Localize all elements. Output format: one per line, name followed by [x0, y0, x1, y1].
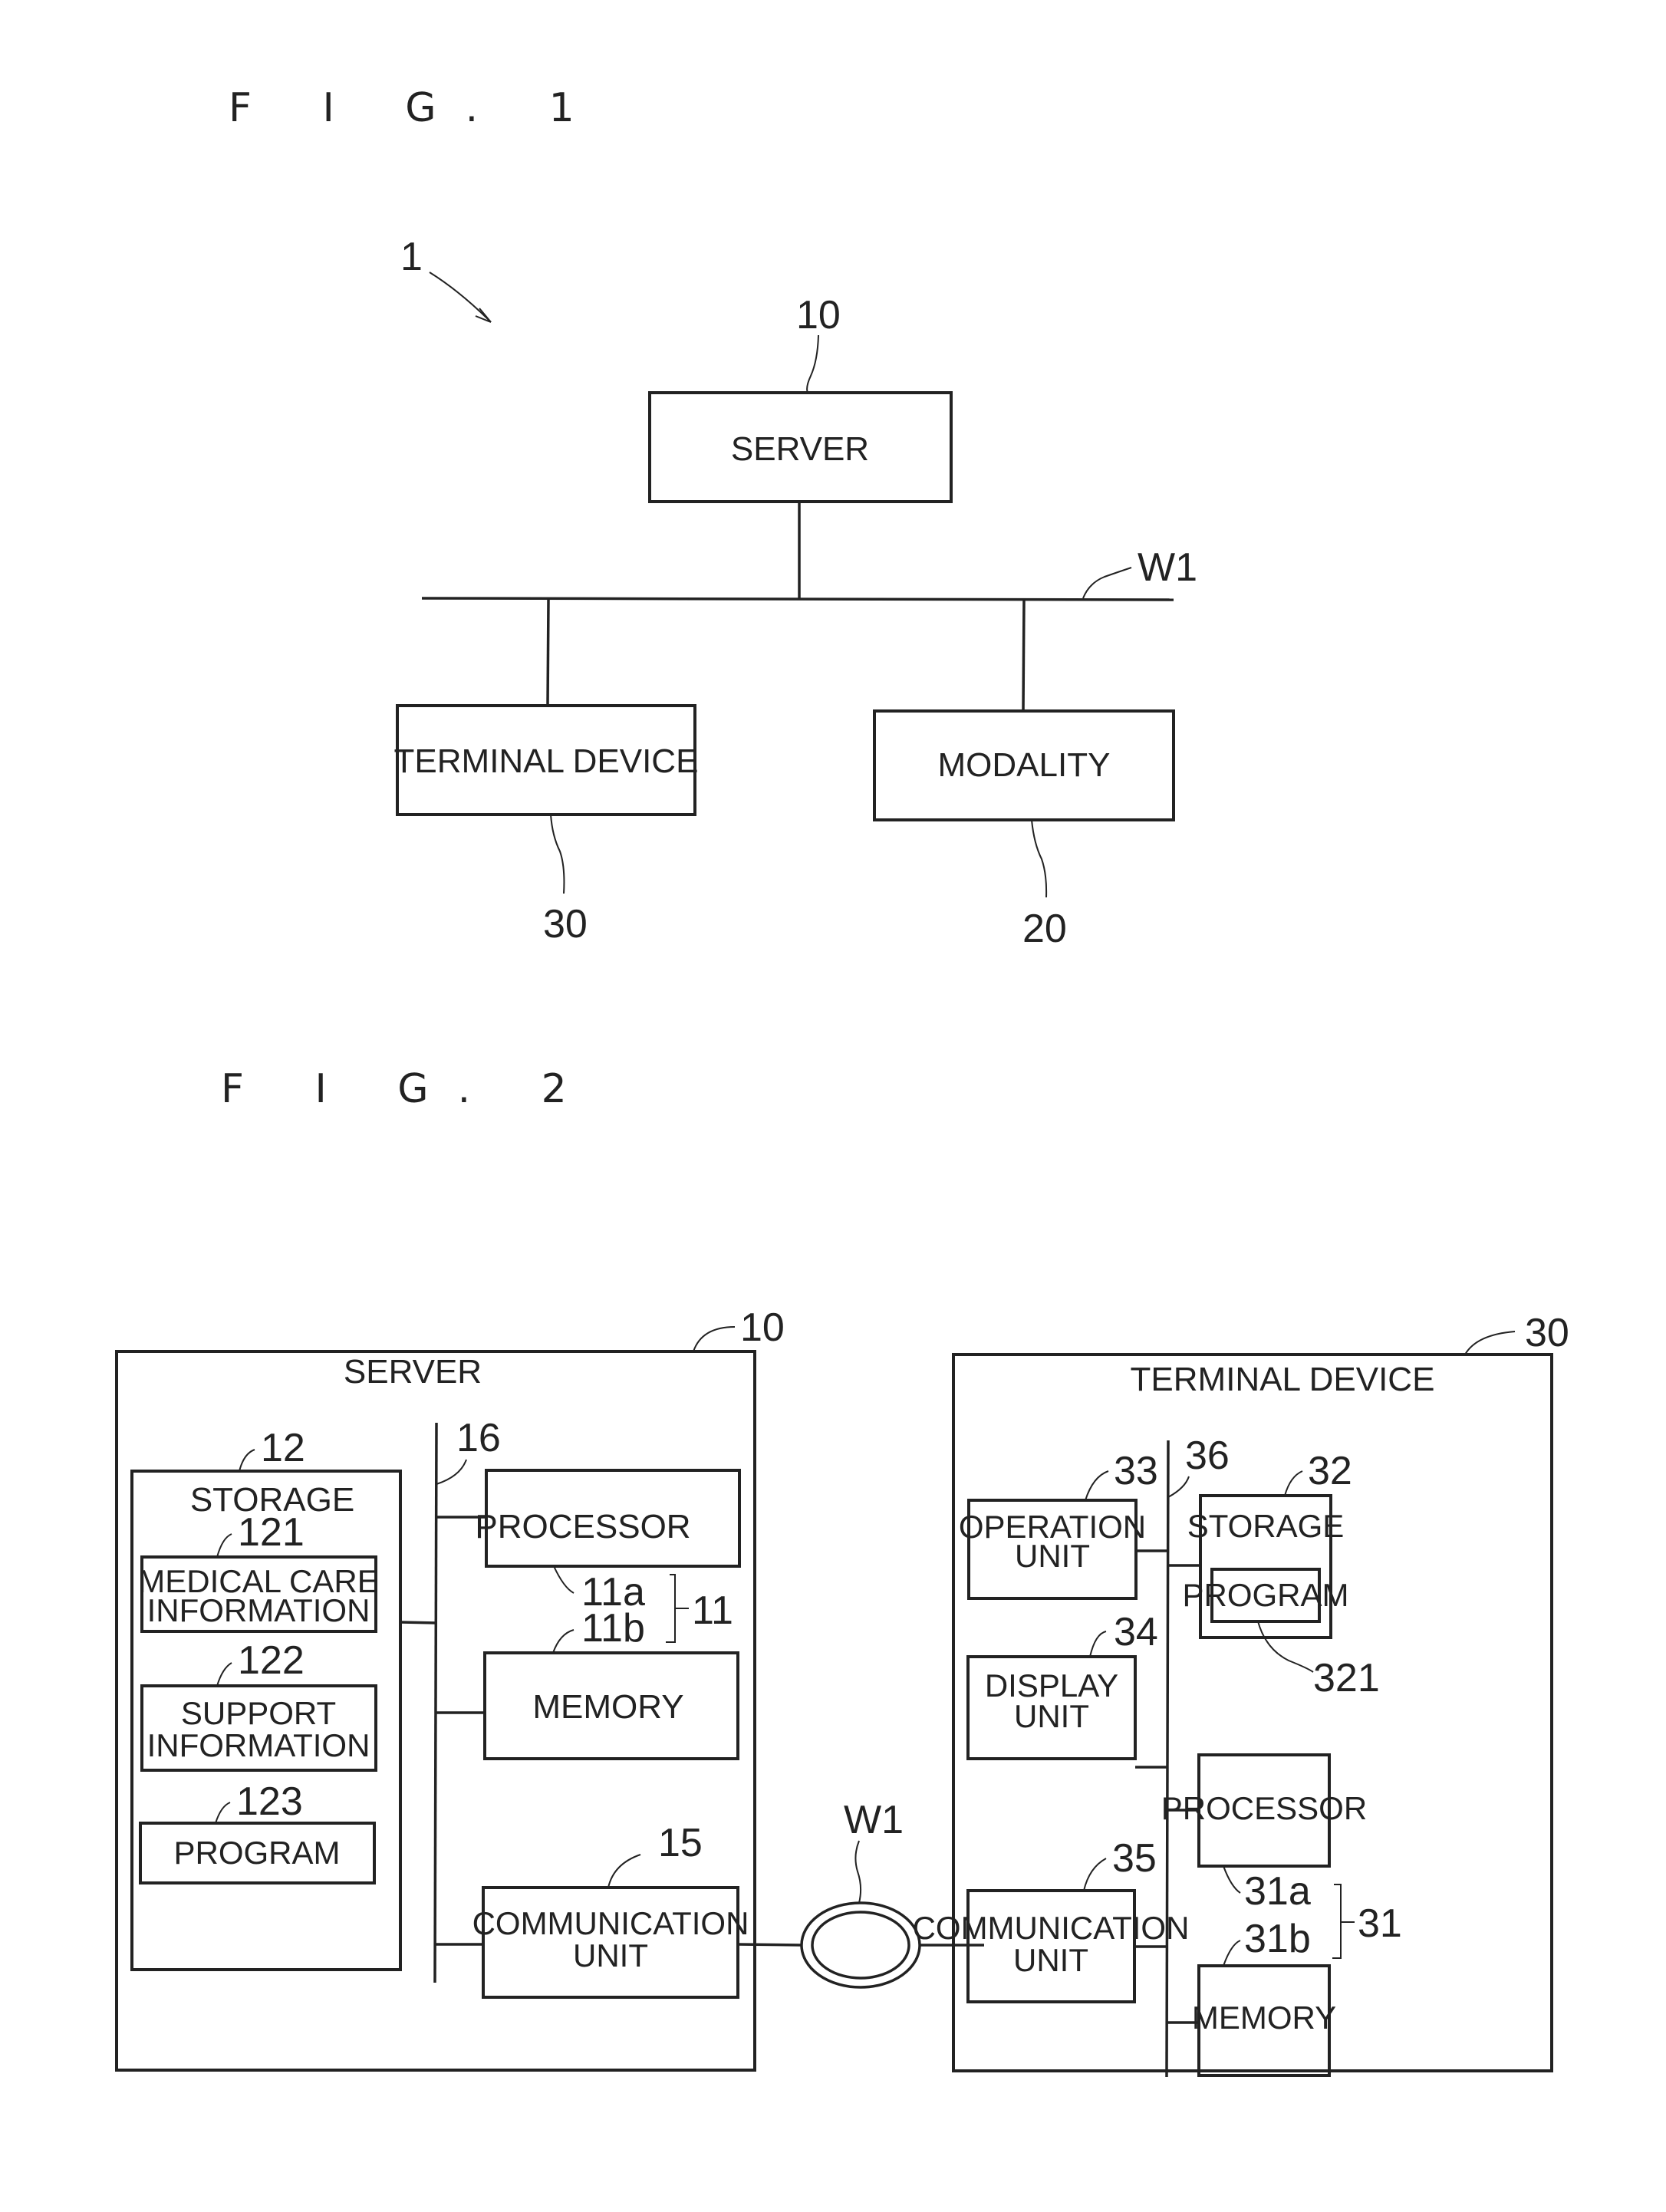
- fig2-terminal-memory-ref: 31b: [1244, 1917, 1311, 1961]
- fig2-terminal-comm-ref: 35: [1112, 1836, 1157, 1881]
- fig2-11-bracket: [666, 1574, 676, 1643]
- fig1-modality-label: MODALITY: [938, 746, 1111, 784]
- fig2-controller-ref: 11: [692, 1588, 733, 1633]
- fig2-server-label: SERVER: [344, 1353, 482, 1391]
- fig2-122-ref: 122: [238, 1638, 305, 1683]
- fig2-15-leader: [607, 1854, 641, 1888]
- fig2-server-bus: [433, 1422, 438, 1983]
- fig2-support-info-line2: INFORMATION: [147, 1727, 370, 1763]
- fig2-terminal-program-label: PROGRAM: [1182, 1577, 1348, 1613]
- fig2-medical-care-info-line2: INFORMATION: [147, 1592, 370, 1628]
- fig1-system-arrow: [429, 272, 492, 323]
- fig2-storage-bus-link: [400, 1621, 437, 1624]
- fig2-11a-leader: [553, 1565, 575, 1594]
- fig2-display-unit-line2: UNIT: [1014, 1698, 1089, 1734]
- fig1-terminal-leader: [550, 814, 565, 894]
- fig2-35-leader: [1083, 1858, 1107, 1891]
- fig2-terminal-ref: 30: [1525, 1311, 1569, 1355]
- fig2-31b-leader: [1223, 1940, 1241, 1967]
- fig2-121-ref: 121: [238, 1510, 305, 1555]
- fig1-network-ref: W1: [1138, 545, 1197, 590]
- fig2-network-inner-ellipse: [811, 1911, 910, 1980]
- fig2-server-processor-label: PROCESSOR: [475, 1508, 690, 1545]
- fig2-121-leader: [216, 1533, 232, 1558]
- fig1-server-leader: [806, 334, 819, 393]
- fig2-support-info-line1: SUPPORT: [181, 1695, 336, 1731]
- fig2-display-unit-ref: 34: [1114, 1610, 1158, 1654]
- fig2-network-leader: [854, 1840, 862, 1904]
- fig2-122-leader: [216, 1662, 232, 1687]
- fig1-title: F I G. 1: [229, 85, 604, 131]
- fig2-server-ref: 10: [740, 1305, 785, 1350]
- fig2-terminal-bus-leader: [1167, 1476, 1190, 1498]
- fig2-storage-leader: [239, 1449, 255, 1472]
- fig2-11b-ref: 11b: [581, 1606, 645, 1651]
- fig2-terminal-bus-ref: 36: [1185, 1434, 1230, 1478]
- fig2-server-bus-leader: [436, 1459, 467, 1485]
- fig2-terminal-leader: [1464, 1331, 1516, 1355]
- fig2-terminal-controller-ref: 31: [1358, 1901, 1402, 1946]
- fig2-operation-unit-line2: UNIT: [1015, 1538, 1090, 1574]
- fig2-terminal-comm-line2: UNIT: [1013, 1942, 1088, 1978]
- fig2-terminal-storage-label: STORAGE: [1187, 1508, 1345, 1544]
- fig2-32-leader: [1284, 1470, 1303, 1496]
- fig2-server-bus-ref: 16: [456, 1416, 501, 1460]
- fig1-network-bus: [421, 597, 1174, 601]
- fig2-network-outer-ellipse: [800, 1901, 921, 1989]
- fig2-terminal-label: TERMINAL DEVICE: [1131, 1361, 1435, 1398]
- fig2-server-program-label: PROGRAM: [173, 1835, 340, 1871]
- fig2-terminal-comm-line1: COMMUNICATION: [913, 1910, 1190, 1946]
- fig1-server-label: SERVER: [731, 430, 869, 468]
- patent-figure-canvas: F I G. 1 1 SERVER 10 W1 TERMINAL DEVICE …: [115, 85, 1569, 2078]
- fig1-modality-ref: 20: [1022, 907, 1067, 951]
- fig2-321-leader: [1257, 1621, 1314, 1673]
- fig2-terminal-processor-label: PROCESSOR: [1161, 1790, 1367, 1826]
- fig2-terminal-processor-ref: 31a: [1244, 1869, 1311, 1914]
- fig2-33-leader: [1085, 1470, 1109, 1501]
- fig2-server-leader: [693, 1326, 736, 1352]
- fig2-server-storage-ref: 12: [261, 1426, 305, 1470]
- fig2-server-comm-ref: 15: [658, 1821, 703, 1865]
- fig2-31a-leader: [1223, 1865, 1241, 1894]
- fig2-123-ref: 123: [236, 1779, 303, 1824]
- fig2-terminal-program-ref: 321: [1313, 1656, 1380, 1700]
- fig2-server-comm-line1: COMMUNICATION: [472, 1905, 749, 1941]
- fig1-network-leader: [1082, 567, 1132, 599]
- fig1-system-ref: 1: [400, 235, 423, 279]
- fig2-server-memory-label: MEMORY: [532, 1688, 683, 1726]
- fig2-terminal-bus: [1165, 1440, 1170, 2078]
- fig2-operation-unit-ref: 33: [1114, 1449, 1158, 1493]
- fig2-network-link-left: [737, 1943, 802, 1947]
- fig2-terminal-memory-label: MEMORY: [1192, 2000, 1336, 2036]
- fig2-title: F I G. 2: [221, 1066, 596, 1112]
- fig1-terminal-ref: 30: [543, 902, 588, 946]
- fig1-modality-link: [1022, 599, 1026, 712]
- fig2-11b-leader: [552, 1629, 575, 1654]
- fig2-network-ref: W1: [844, 1798, 904, 1842]
- fig1-terminal-label: TERMINAL DEVICE: [394, 742, 699, 780]
- fig2-server-comm-line2: UNIT: [573, 1937, 648, 1973]
- fig2-terminal-storage-ref: 32: [1308, 1449, 1352, 1493]
- fig2-31-bracket: [1332, 1884, 1342, 1959]
- fig2-123-leader: [215, 1802, 231, 1824]
- fig1-modality-leader: [1031, 819, 1048, 898]
- fig2-34-leader: [1089, 1631, 1107, 1657]
- fig1-server-ref: 10: [796, 293, 841, 337]
